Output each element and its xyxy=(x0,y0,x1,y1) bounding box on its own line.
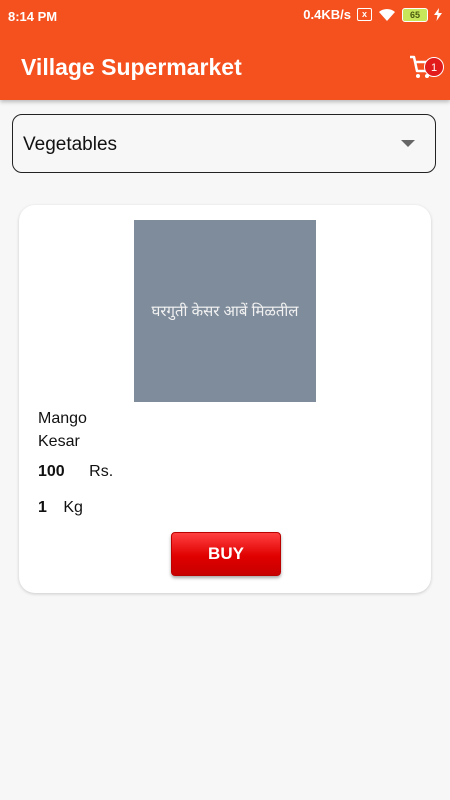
price-unit: Rs. xyxy=(89,463,114,480)
product-name-line2: Kesar xyxy=(38,433,80,450)
status-time: 8:14 PM xyxy=(8,9,58,24)
quantity-unit: Kg xyxy=(63,499,83,516)
product-name-line1: Mango xyxy=(38,410,87,427)
app-bar: 8:14 PM 0.4KB/s x 65 Village Supermarket… xyxy=(0,0,450,100)
dropdown-arrow-icon xyxy=(401,140,415,147)
quantity-value: 1 xyxy=(38,499,47,516)
status-icons: 0.4KB/s x 65 xyxy=(303,7,442,22)
sim-off-icon: x xyxy=(357,8,372,21)
category-selected-value: Vegetables xyxy=(23,134,118,155)
wifi-icon xyxy=(379,8,395,21)
cart-button[interactable]: 1 xyxy=(408,52,448,88)
buy-button[interactable]: BUY xyxy=(171,532,281,576)
app-title: Village Supermarket xyxy=(21,54,242,80)
cart-count-badge: 1 xyxy=(424,57,444,77)
network-speed: 0.4KB/s xyxy=(303,7,351,22)
product-image: घरगुती केसर आबें मिळतील xyxy=(134,220,316,402)
charging-bolt-icon xyxy=(434,8,442,21)
price-row: 100 Rs. xyxy=(38,463,113,481)
battery-icon: 65 xyxy=(402,7,428,22)
quantity-row: 1 Kg xyxy=(38,499,83,517)
category-dropdown[interactable]: Vegetables xyxy=(12,114,436,173)
product-name: Mango Kesar xyxy=(38,407,118,453)
product-image-caption: घरगुती केसर आबें मिळतील xyxy=(151,302,299,320)
product-card: घरगुती केसर आबें मिळतील Mango Kesar 100 … xyxy=(19,205,431,593)
status-bar: 8:14 PM 0.4KB/s x 65 xyxy=(0,0,450,32)
price-value: 100 xyxy=(38,463,65,480)
